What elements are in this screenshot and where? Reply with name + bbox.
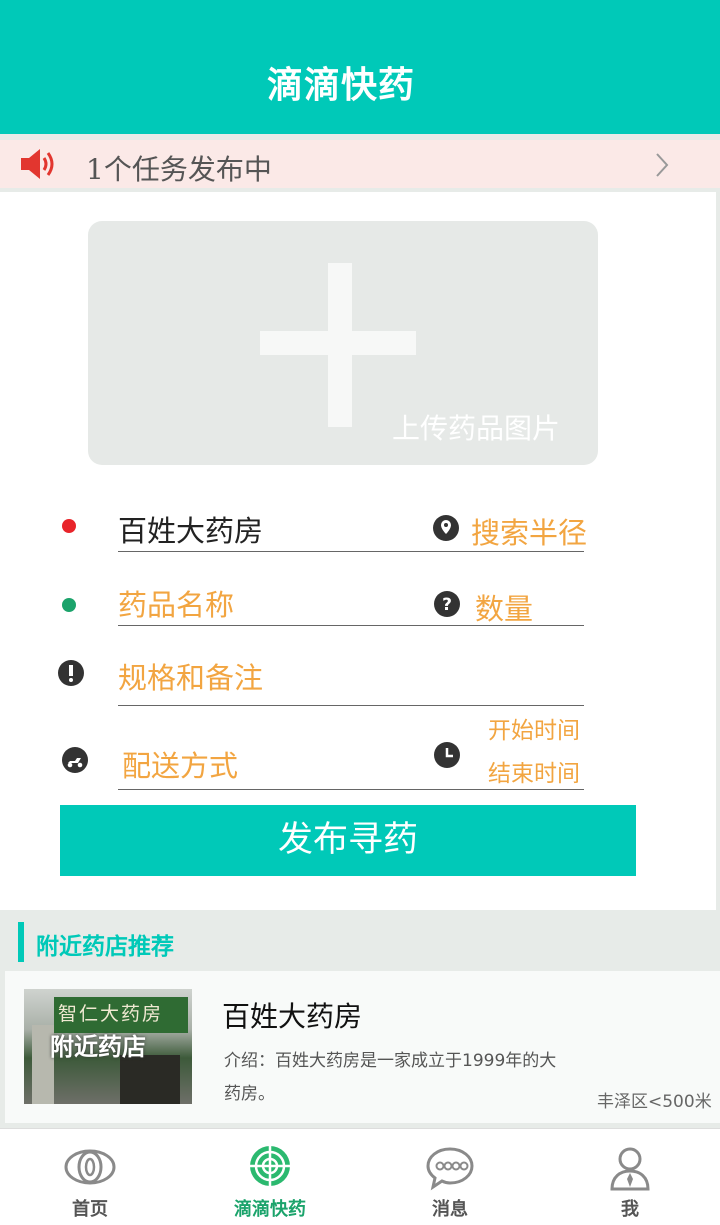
eye-icon [64,1149,116,1185]
publish-request-button[interactable]: 发布寻药 [60,805,636,876]
drug-request-form: 上传药品图片 百姓大药房 搜索半径 药品名称 ? 数量 规格和备注 配送方式 开… [0,192,716,910]
question-icon: ? [434,591,460,617]
radar-icon [250,1146,290,1186]
quantity-field[interactable]: 数量 [475,586,533,628]
scooter-icon [62,747,88,773]
search-radius-field[interactable]: 搜索半径 [471,510,587,552]
upload-label: 上传药品图片 [392,412,561,445]
pharmacy-card[interactable]: 智仁大药房 附近药店 百姓大药房 介绍：百姓大药房是一家成立于1999年的大药房… [5,971,720,1123]
chat-bubble-icon [426,1147,474,1191]
photo-overlay-label: 附近药店 [50,1033,146,1061]
tab-label: 滴滴快药 [234,1199,306,1220]
notice-text: 1个任务发布中 [86,153,272,186]
tab-didi-kuaiyao[interactable]: 滴滴快药 [180,1129,360,1225]
field-underline [118,625,584,626]
exclamation-icon [58,660,84,686]
upload-drug-image-button[interactable]: 上传药品图片 [88,221,598,465]
clock-icon [434,742,460,768]
tab-label: 消息 [432,1199,468,1220]
tab-label: 首页 [72,1199,108,1220]
app-header: 滴滴快药 [0,0,720,134]
app-title: 滴滴快药 [266,65,415,106]
user-icon [610,1147,650,1191]
end-time-field[interactable]: 结束时间 [488,754,580,788]
tab-me[interactable]: 我 [540,1129,720,1225]
field-underline [118,551,584,552]
start-time-field[interactable]: 开始时间 [488,711,580,745]
required-dot-red [62,519,76,533]
section-accent-bar [18,922,24,962]
location-pin-icon [433,515,459,541]
field-underline [118,705,584,706]
delivery-method-field[interactable]: 配送方式 [122,743,238,785]
required-dot-green [62,598,76,612]
drug-name-field[interactable]: 药品名称 [118,582,234,624]
tab-label: 我 [621,1199,639,1220]
section-title: 附近药店推荐 [36,934,174,960]
pharmacy-distance: 丰泽区<500米 [597,1092,712,1112]
spec-notes-field[interactable]: 规格和备注 [118,655,263,697]
task-notice-bar[interactable]: 1个任务发布中 [0,140,720,188]
tab-home[interactable]: 首页 [0,1129,180,1225]
chevron-right-icon [656,153,669,177]
storefront-sign: 智仁大药房 [58,1003,164,1025]
pharmacy-name: 百姓大药房 [222,1000,363,1033]
bottom-tab-bar: 首页 滴滴快药 消息 我 [0,1128,720,1225]
nearby-section-header: 附近药店推荐 [0,918,720,970]
svg-text:?: ? [442,595,452,615]
pharmacy-photo: 智仁大药房 附近药店 [24,989,192,1104]
tab-messages[interactable]: 消息 [360,1129,540,1225]
speaker-icon [21,149,54,179]
pharmacy-field[interactable]: 百姓大药房 [118,508,263,550]
field-underline [118,789,584,790]
pharmacy-intro: 介绍：百姓大药房是一家成立于1999年的大药房。 [224,1051,557,1104]
